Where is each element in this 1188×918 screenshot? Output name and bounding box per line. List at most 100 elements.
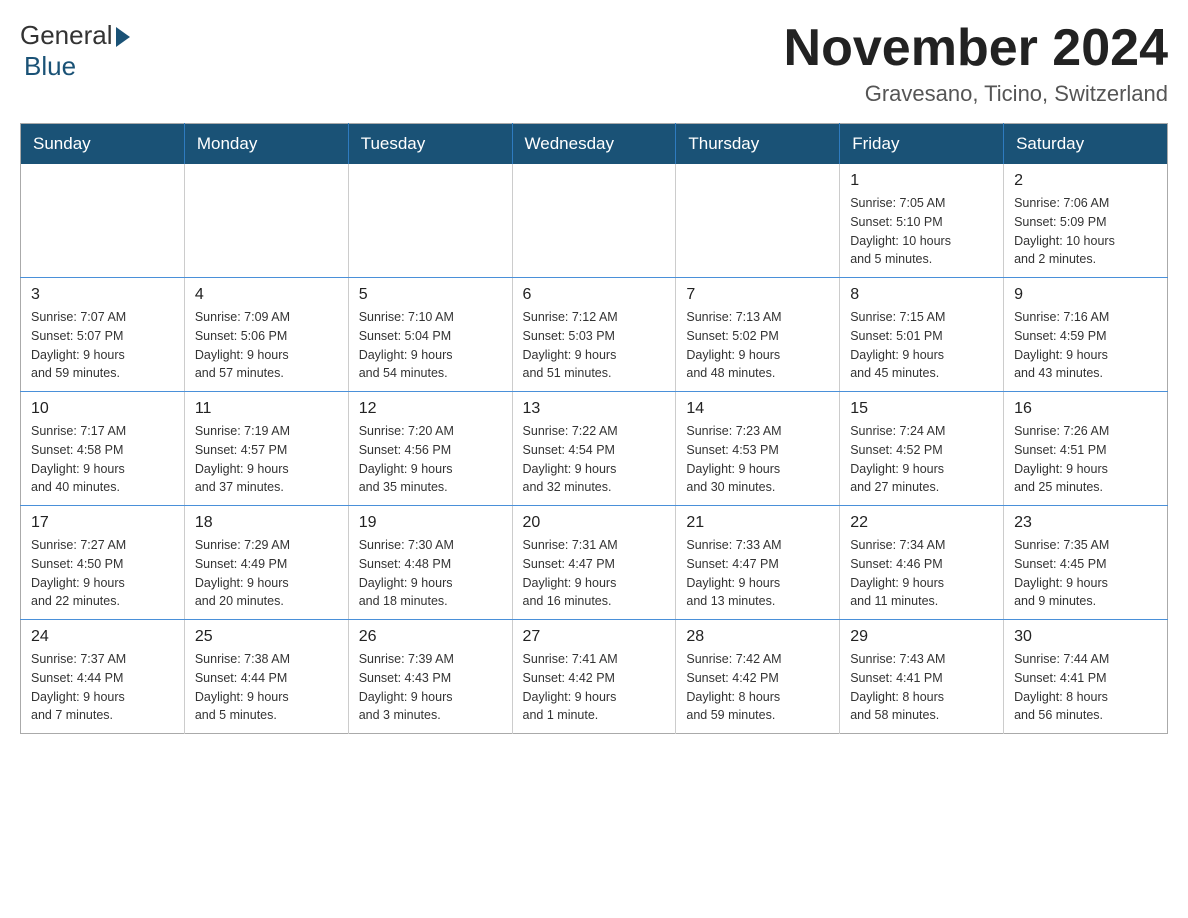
calendar-header-row: SundayMondayTuesdayWednesdayThursdayFrid… — [21, 124, 1168, 165]
weekday-header-sunday: Sunday — [21, 124, 185, 165]
day-number: 8 — [850, 286, 993, 304]
day-number: 4 — [195, 286, 338, 304]
calendar-cell: 13 Sunrise: 7:22 AM Sunset: 4:54 PM Dayli… — [512, 392, 676, 506]
weekday-header-saturday: Saturday — [1004, 124, 1168, 165]
calendar-cell: 11Sunrise: 7:19 AM Sunset: 4:57 PM Dayli… — [184, 392, 348, 506]
month-title: November 2024 — [784, 20, 1168, 77]
day-number: 15 — [850, 400, 993, 418]
calendar-cell: 9Sunrise: 7:16 AM Sunset: 4:59 PM Daylig… — [1004, 278, 1168, 392]
day-number: 14 — [686, 400, 829, 418]
calendar-week-row: 17 Sunrise: 7:27 AM Sunset: 4:50 PM Dayli… — [21, 506, 1168, 620]
day-info: Sunrise: 7:43 AM Sunset: 4:41 PM Dayligh… — [850, 650, 993, 725]
day-number: 13 — [523, 400, 666, 418]
day-number: 30 — [1014, 628, 1157, 646]
calendar-cell: 21 Sunrise: 7:33 AM Sunset: 4:47 PM Dayli… — [676, 506, 840, 620]
day-number: 5 — [359, 286, 502, 304]
day-info: Sunrise: 7:37 AM Sunset: 4:44 PM Dayligh… — [31, 650, 174, 725]
day-number: 2 — [1014, 172, 1157, 190]
calendar-cell: 19Sunrise: 7:30 AM Sunset: 4:48 PM Dayli… — [348, 506, 512, 620]
day-number: 6 — [523, 286, 666, 304]
calendar-cell: 4 Sunrise: 7:09 AM Sunset: 5:06 PM Daylig… — [184, 278, 348, 392]
day-info: Sunrise: 7:13 AM Sunset: 5:02 PM Dayligh… — [686, 308, 829, 383]
page-header: General Blue November 2024 Gravesano, Ti… — [20, 20, 1168, 107]
calendar-cell: 22 Sunrise: 7:34 AM Sunset: 4:46 PM Dayli… — [840, 506, 1004, 620]
weekday-header-tuesday: Tuesday — [348, 124, 512, 165]
calendar-cell: 26Sunrise: 7:39 AM Sunset: 4:43 PM Dayli… — [348, 620, 512, 734]
day-info: Sunrise: 7:15 AM Sunset: 5:01 PM Dayligh… — [850, 308, 993, 383]
calendar-cell: 6 Sunrise: 7:12 AM Sunset: 5:03 PM Daylig… — [512, 278, 676, 392]
day-number: 20 — [523, 514, 666, 532]
day-info: Sunrise: 7:07 AM Sunset: 5:07 PM Dayligh… — [31, 308, 174, 383]
day-number: 16 — [1014, 400, 1157, 418]
day-info: Sunrise: 7:24 AM Sunset: 4:52 PM Dayligh… — [850, 422, 993, 497]
day-number: 28 — [686, 628, 829, 646]
day-number: 29 — [850, 628, 993, 646]
day-number: 27 — [523, 628, 666, 646]
day-info: Sunrise: 7:05 AM Sunset: 5:10 PM Dayligh… — [850, 194, 993, 269]
calendar-cell: 20Sunrise: 7:31 AM Sunset: 4:47 PM Dayli… — [512, 506, 676, 620]
calendar-cell — [184, 164, 348, 278]
day-info: Sunrise: 7:35 AM Sunset: 4:45 PM Dayligh… — [1014, 536, 1157, 611]
calendar-cell — [512, 164, 676, 278]
calendar-cell: 5 Sunrise: 7:10 AM Sunset: 5:04 PM Daylig… — [348, 278, 512, 392]
day-info: Sunrise: 7:33 AM Sunset: 4:47 PM Dayligh… — [686, 536, 829, 611]
day-info: Sunrise: 7:42 AM Sunset: 4:42 PM Dayligh… — [686, 650, 829, 725]
day-info: Sunrise: 7:12 AM Sunset: 5:03 PM Dayligh… — [523, 308, 666, 383]
calendar-cell: 14Sunrise: 7:23 AM Sunset: 4:53 PM Dayli… — [676, 392, 840, 506]
day-number: 23 — [1014, 514, 1157, 532]
calendar-cell: 3Sunrise: 7:07 AM Sunset: 5:07 PM Daylig… — [21, 278, 185, 392]
day-number: 21 — [686, 514, 829, 532]
calendar-cell: 25 Sunrise: 7:38 AM Sunset: 4:44 PM Dayli… — [184, 620, 348, 734]
day-number: 19 — [359, 514, 502, 532]
day-number: 7 — [686, 286, 829, 304]
day-info: Sunrise: 7:06 AM Sunset: 5:09 PM Dayligh… — [1014, 194, 1157, 269]
day-number: 22 — [850, 514, 993, 532]
calendar-cell: 30 Sunrise: 7:44 AM Sunset: 4:41 PM Dayli… — [1004, 620, 1168, 734]
day-number: 17 — [31, 514, 174, 532]
day-info: Sunrise: 7:10 AM Sunset: 5:04 PM Dayligh… — [359, 308, 502, 383]
day-info: Sunrise: 7:22 AM Sunset: 4:54 PM Dayligh… — [523, 422, 666, 497]
calendar-cell: 1 Sunrise: 7:05 AM Sunset: 5:10 PM Daylig… — [840, 164, 1004, 278]
day-number: 25 — [195, 628, 338, 646]
day-number: 10 — [31, 400, 174, 418]
weekday-header-friday: Friday — [840, 124, 1004, 165]
calendar-cell: 12 Sunrise: 7:20 AM Sunset: 4:56 PM Dayli… — [348, 392, 512, 506]
day-number: 24 — [31, 628, 174, 646]
day-info: Sunrise: 7:27 AM Sunset: 4:50 PM Dayligh… — [31, 536, 174, 611]
calendar-cell: 16 Sunrise: 7:26 AM Sunset: 4:51 PM Dayli… — [1004, 392, 1168, 506]
day-info: Sunrise: 7:39 AM Sunset: 4:43 PM Dayligh… — [359, 650, 502, 725]
weekday-header-wednesday: Wednesday — [512, 124, 676, 165]
day-info: Sunrise: 7:20 AM Sunset: 4:56 PM Dayligh… — [359, 422, 502, 497]
calendar-week-row: 24 Sunrise: 7:37 AM Sunset: 4:44 PM Dayli… — [21, 620, 1168, 734]
weekday-header-monday: Monday — [184, 124, 348, 165]
calendar-cell: 18Sunrise: 7:29 AM Sunset: 4:49 PM Dayli… — [184, 506, 348, 620]
calendar-cell — [21, 164, 185, 278]
day-number: 1 — [850, 172, 993, 190]
day-info: Sunrise: 7:38 AM Sunset: 4:44 PM Dayligh… — [195, 650, 338, 725]
day-info: Sunrise: 7:26 AM Sunset: 4:51 PM Dayligh… — [1014, 422, 1157, 497]
logo: General Blue — [20, 20, 130, 82]
day-info: Sunrise: 7:44 AM Sunset: 4:41 PM Dayligh… — [1014, 650, 1157, 725]
title-section: November 2024 Gravesano, Ticino, Switzer… — [784, 20, 1168, 107]
day-number: 12 — [359, 400, 502, 418]
day-info: Sunrise: 7:09 AM Sunset: 5:06 PM Dayligh… — [195, 308, 338, 383]
calendar-cell: 17 Sunrise: 7:27 AM Sunset: 4:50 PM Dayli… — [21, 506, 185, 620]
day-info: Sunrise: 7:17 AM Sunset: 4:58 PM Dayligh… — [31, 422, 174, 497]
logo-general-text: General — [20, 20, 113, 51]
calendar-table: SundayMondayTuesdayWednesdayThursdayFrid… — [20, 123, 1168, 734]
day-info: Sunrise: 7:19 AM Sunset: 4:57 PM Dayligh… — [195, 422, 338, 497]
logo-arrow-icon — [116, 27, 130, 47]
calendar-cell — [676, 164, 840, 278]
calendar-week-row: 1 Sunrise: 7:05 AM Sunset: 5:10 PM Daylig… — [21, 164, 1168, 278]
calendar-week-row: 3Sunrise: 7:07 AM Sunset: 5:07 PM Daylig… — [21, 278, 1168, 392]
calendar-cell: 7 Sunrise: 7:13 AM Sunset: 5:02 PM Daylig… — [676, 278, 840, 392]
weekday-header-thursday: Thursday — [676, 124, 840, 165]
calendar-cell: 28 Sunrise: 7:42 AM Sunset: 4:42 PM Dayli… — [676, 620, 840, 734]
calendar-cell: 15 Sunrise: 7:24 AM Sunset: 4:52 PM Dayli… — [840, 392, 1004, 506]
calendar-cell: 8 Sunrise: 7:15 AM Sunset: 5:01 PM Daylig… — [840, 278, 1004, 392]
calendar-week-row: 10 Sunrise: 7:17 AM Sunset: 4:58 PM Dayli… — [21, 392, 1168, 506]
day-info: Sunrise: 7:34 AM Sunset: 4:46 PM Dayligh… — [850, 536, 993, 611]
day-number: 18 — [195, 514, 338, 532]
day-number: 9 — [1014, 286, 1157, 304]
calendar-cell: 27Sunrise: 7:41 AM Sunset: 4:42 PM Dayli… — [512, 620, 676, 734]
